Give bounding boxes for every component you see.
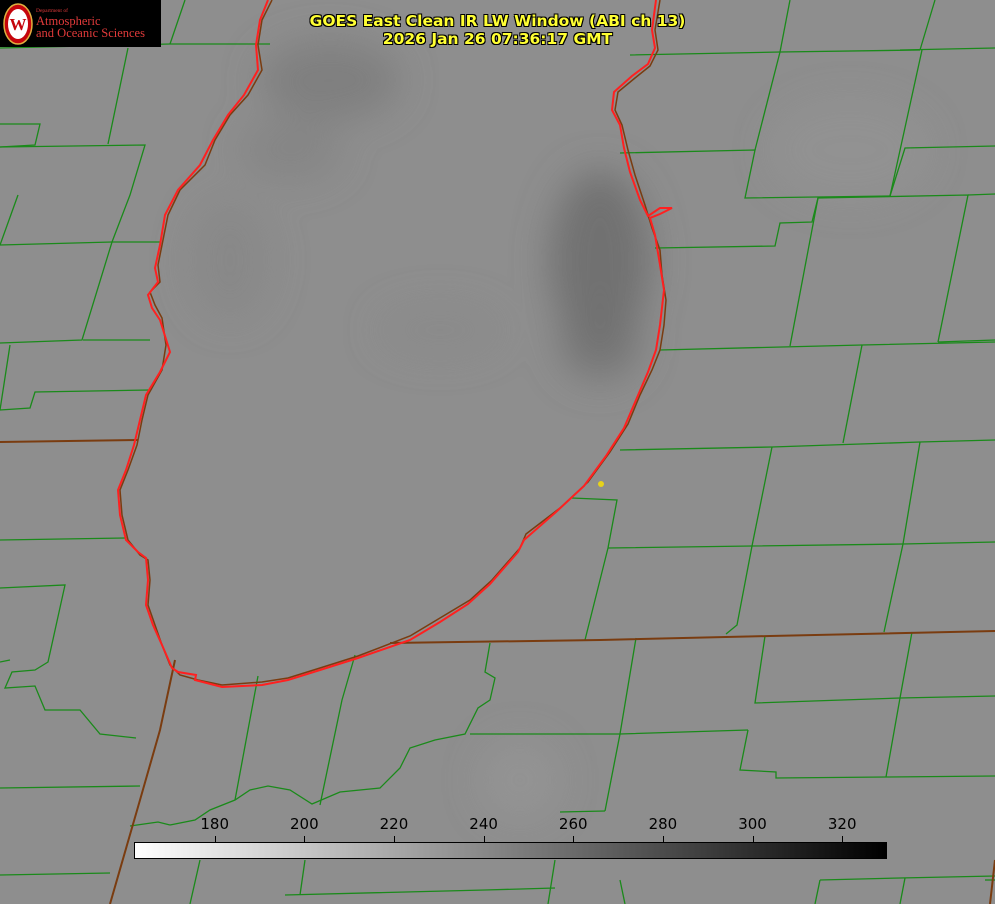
colorbar-tick-label: 220 <box>379 815 409 833</box>
state-boundaries <box>0 439 995 904</box>
colorbar-tick-label: 180 <box>200 815 229 833</box>
image-title: GOES East Clean IR LW Window (ABI ch 13) <box>309 12 686 30</box>
colorbar-tick-label: 280 <box>648 815 678 833</box>
colorbar-tick-label: 320 <box>827 815 857 833</box>
colorbar-tick-label: 260 <box>558 815 588 833</box>
colorbar-tick-label: 300 <box>738 815 767 833</box>
satellite-image-viewer: W Department of Atmospheric and Oceanic … <box>0 0 995 904</box>
image-timestamp: 2026 Jan 26 07:36:17 GMT <box>382 30 613 48</box>
satellite-map <box>0 0 995 904</box>
station-marker <box>598 481 604 487</box>
colorbar-tick-label: 240 <box>469 815 498 833</box>
colorbar-tick-label: 200 <box>289 815 319 833</box>
colorbar <box>134 842 887 859</box>
cloud-texture <box>190 40 930 820</box>
